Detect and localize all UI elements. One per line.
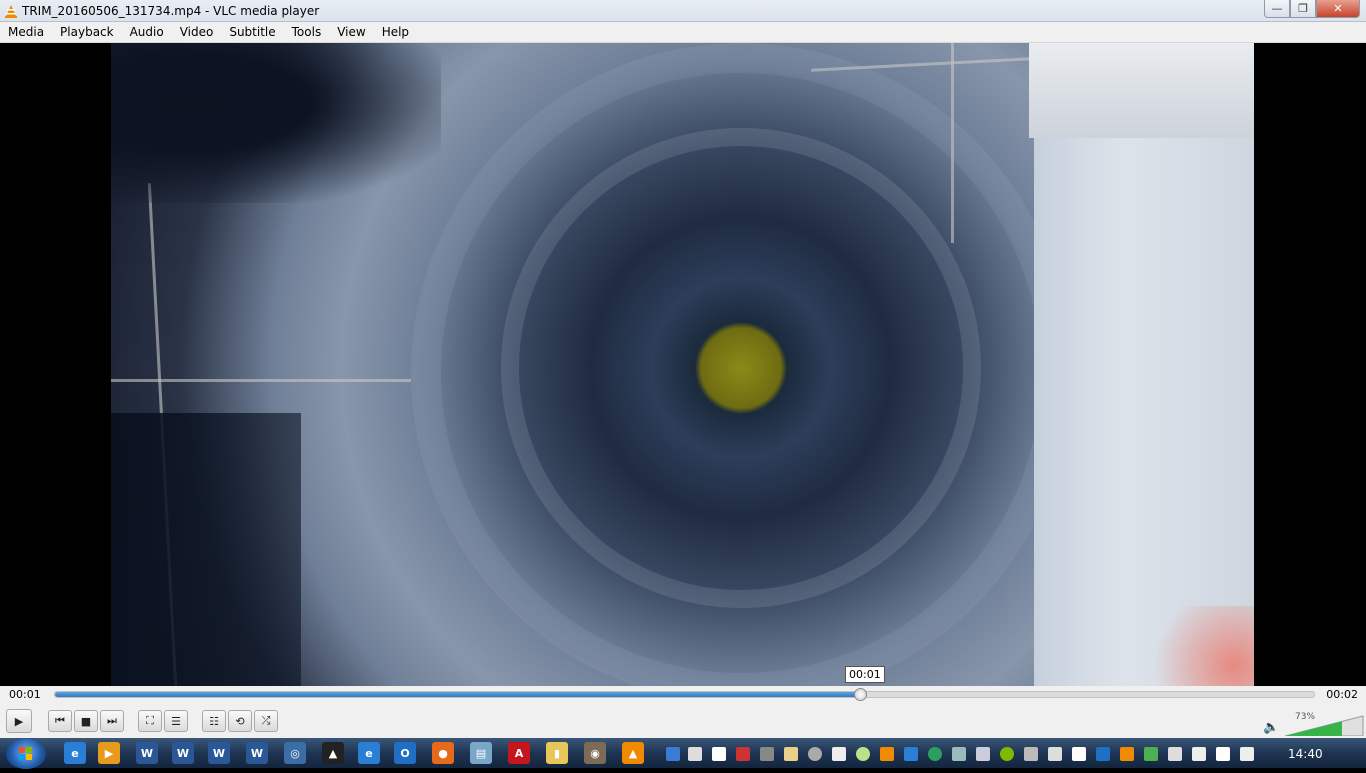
close-button[interactable]: ✕ — [1316, 0, 1360, 18]
ie-icon[interactable]: e — [64, 742, 86, 764]
tray-icon[interactable] — [1192, 747, 1206, 761]
stop-button[interactable]: ■ — [74, 710, 98, 732]
tray-icon[interactable] — [1120, 747, 1134, 761]
gimp-icon[interactable]: ◉ — [584, 742, 606, 764]
tray-icon[interactable] — [736, 747, 750, 761]
controls-bar: ▶ ⏮ ■ ⏭ ⛶ ☰ ☷ ⟲ ⤮ 🔈 73% — [0, 704, 1366, 738]
start-button[interactable] — [6, 739, 46, 769]
playlist-button[interactable]: ☷ — [202, 710, 226, 732]
vlc-cone-icon — [5, 4, 17, 18]
menu-media[interactable]: Media — [0, 22, 52, 43]
tray-icon[interactable] — [1072, 747, 1086, 761]
menu-bar: Media Playback Audio Video Subtitle Tool… — [0, 22, 1366, 43]
volume-slider[interactable] — [1285, 714, 1365, 736]
tray-icon[interactable] — [688, 747, 702, 761]
shuffle-button[interactable]: ⤮ — [254, 710, 278, 732]
volume-level — [1285, 721, 1342, 736]
tray-icon[interactable] — [904, 747, 918, 761]
speaker-icon[interactable]: 🔈 — [1263, 720, 1279, 735]
next-button[interactable]: ⏭ — [100, 710, 124, 732]
vlc-icon[interactable]: ▲ — [622, 742, 644, 764]
white-shelf — [1029, 43, 1254, 138]
menu-video[interactable]: Video — [172, 22, 222, 43]
ring — [411, 43, 1071, 686]
fullscreen-button[interactable]: ⛶ — [138, 710, 162, 732]
menu-help[interactable]: Help — [374, 22, 417, 43]
loop-button[interactable]: ⟲ — [228, 710, 252, 732]
pink-blob — [1144, 606, 1254, 686]
dark-object — [111, 43, 441, 203]
video-frame[interactable] — [111, 43, 1254, 686]
tray-icon[interactable] — [1000, 747, 1014, 761]
minimize-button[interactable]: — — [1264, 0, 1290, 18]
acrobat-icon[interactable]: A — [508, 742, 530, 764]
tray-icon[interactable] — [976, 747, 990, 761]
title-bar: TRIM_20160506_131734.mp4 - VLC media pla… — [0, 0, 1366, 22]
menu-subtitle[interactable]: Subtitle — [221, 22, 283, 43]
tray-icon[interactable] — [952, 747, 966, 761]
clock: 14:40 — [1288, 747, 1323, 761]
dark-object — [111, 413, 301, 686]
menu-view[interactable]: View — [329, 22, 373, 43]
tray-icon[interactable] — [880, 747, 894, 761]
menu-playback[interactable]: Playback — [52, 22, 122, 43]
tray-icon[interactable] — [712, 747, 726, 761]
word-icon-2[interactable]: W — [172, 742, 194, 764]
window-title: TRIM_20160506_131734.mp4 - VLC media pla… — [22, 3, 320, 18]
seek-tooltip: 00:01 — [845, 666, 885, 683]
video-area[interactable] — [0, 43, 1366, 686]
ie-icon-2[interactable]: e — [358, 742, 380, 764]
wifi-icon[interactable] — [1144, 747, 1158, 761]
word-icon-4[interactable]: W — [246, 742, 268, 764]
folder-icon[interactable]: ▮ — [546, 742, 568, 764]
tray-icon[interactable] — [1096, 747, 1110, 761]
signal-icon[interactable] — [1216, 747, 1230, 761]
tray-icon[interactable] — [928, 747, 942, 761]
outlook-icon[interactable]: O — [394, 742, 416, 764]
tray-icon[interactable] — [784, 747, 798, 761]
network-icon[interactable]: ◎ — [284, 742, 306, 764]
window-controls: — ❐ ✕ — [1264, 0, 1360, 18]
flag-icon[interactable] — [1240, 747, 1254, 761]
tray-icon[interactable] — [1024, 747, 1038, 761]
media-icon[interactable]: ▶ — [98, 742, 120, 764]
seek-progress — [55, 692, 861, 697]
tray-icon[interactable] — [808, 747, 822, 761]
seek-row: 00:01 00:02 — [0, 686, 1366, 704]
tile-line — [111, 379, 411, 382]
extended-settings-button[interactable]: ☰ — [164, 710, 188, 732]
word-icon-3[interactable]: W — [208, 742, 230, 764]
tray-icon[interactable] — [666, 747, 680, 761]
windows-logo-icon — [19, 747, 32, 760]
word-icon-1[interactable]: W — [136, 742, 158, 764]
taskbar — [0, 738, 1366, 768]
seek-handle[interactable] — [853, 688, 867, 701]
elapsed-time: 00:01 — [9, 688, 41, 701]
tray-icon[interactable] — [856, 747, 870, 761]
notes-icon[interactable]: ▤ — [470, 742, 492, 764]
play-button[interactable]: ▶ — [6, 709, 32, 733]
tray-icon[interactable] — [1168, 747, 1182, 761]
menu-tools[interactable]: Tools — [284, 22, 330, 43]
white-wall — [1034, 43, 1254, 686]
maximize-button[interactable]: ❐ — [1290, 0, 1316, 18]
total-time: 00:02 — [1326, 688, 1358, 701]
tray-icon[interactable] — [832, 747, 846, 761]
tray-icon[interactable] — [1048, 747, 1062, 761]
menu-audio[interactable]: Audio — [122, 22, 172, 43]
firefox-icon[interactable]: ● — [432, 742, 454, 764]
previous-button[interactable]: ⏮ — [48, 710, 72, 732]
app-icon-arrow[interactable]: ▲ — [322, 742, 344, 764]
seek-slider[interactable] — [54, 688, 1315, 701]
tray-icon[interactable] — [760, 747, 774, 761]
